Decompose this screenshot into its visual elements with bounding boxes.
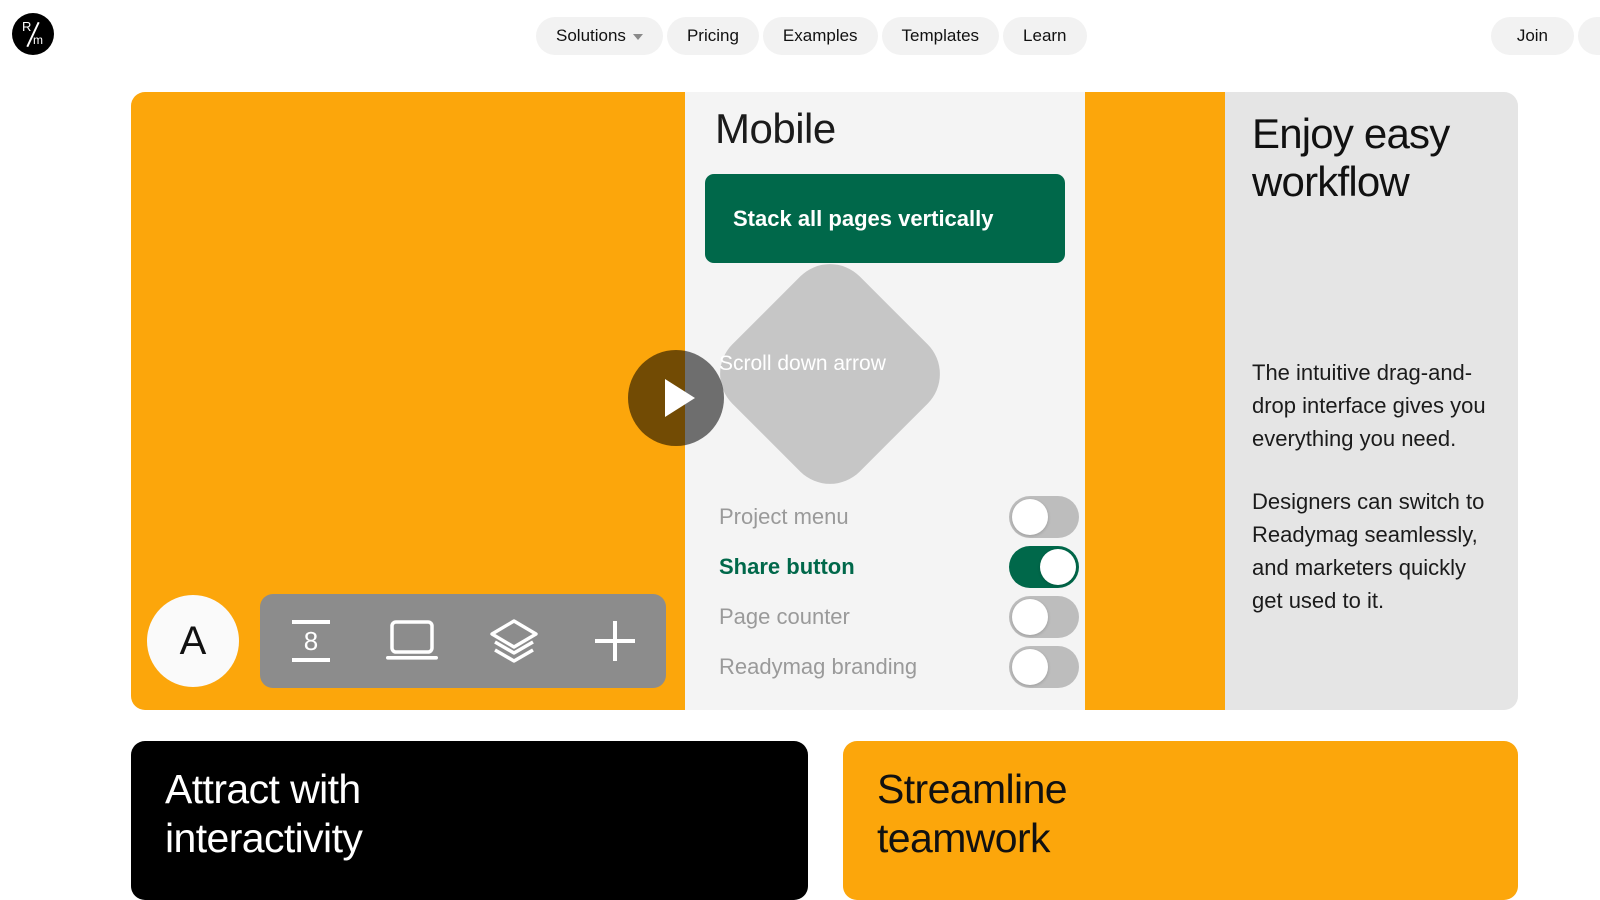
nav-label-templates: Templates — [901, 26, 980, 45]
toggle-row-project-menu[interactable]: Project menu — [719, 492, 1079, 542]
hero-paragraph-1: The intuitive drag-and-drop interface gi… — [1252, 360, 1486, 451]
toggle-switch-share-button[interactable] — [1009, 546, 1079, 588]
settings-toggle-list: Project menu Share button Page counter R… — [719, 492, 1079, 692]
scroll-down-arrow-label: Scroll down arrow — [719, 352, 886, 375]
nav-item-pricing[interactable]: Pricing — [666, 17, 759, 55]
primary-nav-menu: Solutions Pricing Examples Templates Lea… — [536, 17, 1087, 55]
editor-toolbar: 8 — [260, 594, 666, 688]
nav-label-solutions: Solutions — [556, 26, 626, 45]
toggle-switch-project-menu[interactable] — [1009, 496, 1079, 538]
chevron-down-icon — [632, 34, 643, 40]
nav-label-pricing: Pricing — [686, 26, 739, 45]
nav-item-templates[interactable]: Templates — [881, 17, 1000, 55]
logo-letter-r: R — [22, 19, 32, 34]
toggle-row-page-counter[interactable]: Page counter — [719, 592, 1079, 642]
hero-paragraph-2: Designers can switch to Readymag seamles… — [1252, 489, 1485, 613]
stack-pages-button[interactable]: Stack all pages vertically — [705, 174, 1065, 263]
feature-card-title: Streamline teamwork — [877, 766, 1068, 861]
toggle-knob — [1040, 549, 1076, 585]
nav-actions: Join — [1490, 17, 1600, 55]
stack-pages-label: Stack all pages vertically — [733, 205, 994, 231]
hero-panel: Mobile Stack all pages vertically Scroll… — [131, 92, 1518, 710]
nav-item-examples[interactable]: Examples — [762, 17, 878, 55]
readymag-logo[interactable]: R m — [12, 13, 54, 55]
nav-item-learn[interactable]: Learn — [1003, 17, 1087, 55]
toggle-knob — [1012, 649, 1048, 685]
toggle-label-page-counter: Page counter — [719, 604, 850, 629]
feature-card-interactivity[interactable]: Attract with interactivity — [131, 741, 808, 900]
toggle-knob — [1012, 599, 1048, 635]
pages-icon[interactable]: 8 — [280, 610, 342, 672]
nav-overflow-button[interactable] — [1578, 17, 1600, 55]
nav-label-learn: Learn — [1023, 26, 1067, 45]
nav-item-solutions[interactable]: Solutions — [536, 17, 663, 55]
feature-card-teamwork[interactable]: Streamline teamwork — [843, 741, 1518, 900]
toggle-switch-page-counter[interactable] — [1009, 596, 1079, 638]
toggle-label-readymag-branding: Readymag branding — [719, 654, 918, 679]
toggle-label-share-button: Share button — [719, 554, 855, 579]
avatar-letter: A — [179, 618, 207, 663]
top-navigation-bar: R m Solutions Pricing Examples Templates… — [0, 0, 1600, 72]
desktop-icon[interactable] — [381, 610, 443, 672]
hero-heading: Enjoy easy workflow — [1252, 110, 1450, 205]
join-label: Join — [1516, 26, 1548, 45]
editor-section-title: Mobile — [715, 105, 836, 152]
feature-card-title: Attract with interactivity — [165, 766, 363, 861]
logo-letter-m: m — [33, 33, 43, 47]
play-video-button[interactable] — [628, 350, 724, 446]
play-icon — [665, 379, 695, 417]
toggle-row-readymag-branding[interactable]: Readymag branding — [719, 642, 1079, 692]
toggle-row-share-button[interactable]: Share button — [719, 542, 1079, 592]
toggle-label-project-menu: Project menu — [719, 504, 849, 529]
plus-icon[interactable] — [584, 610, 646, 672]
svg-text:8: 8 — [304, 626, 318, 656]
layers-icon[interactable] — [483, 610, 545, 672]
nav-label-examples: Examples — [782, 26, 858, 45]
hero-body-copy: The intuitive drag-and-drop interface gi… — [1252, 356, 1487, 647]
join-button[interactable]: Join — [1490, 17, 1574, 55]
hero-orange-divider — [1085, 92, 1225, 710]
avatar[interactable]: A — [147, 595, 239, 687]
toggle-knob — [1012, 499, 1048, 535]
toggle-switch-readymag-branding[interactable] — [1009, 646, 1079, 688]
